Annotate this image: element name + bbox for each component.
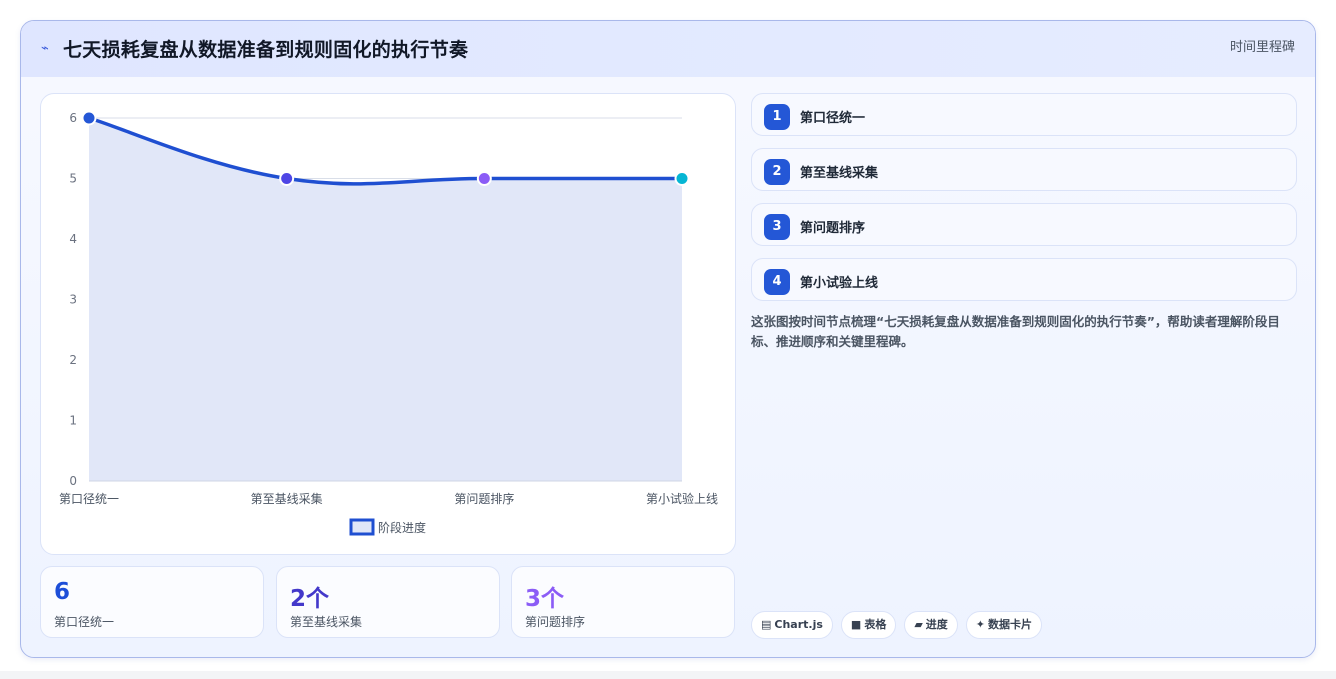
card-tag: 时间里程碑 bbox=[1229, 40, 1295, 55]
line-chart: 0 1 2 3 4 5 6 第口径统一 第至基线采集 第问题排序 第小试验上线阶段进度 bbox=[59, 110, 718, 536]
y-tick-label: 1 bbox=[69, 414, 77, 428]
stat-card-2: 2个 第至基线采集 bbox=[276, 566, 500, 638]
milestone-card: ⌁ 七天损耗复盘从数据准备到规则固化的执行节奏 时间里程碑 0 1 2 3 4 5 6 第口径… bbox=[20, 20, 1316, 658]
y-tick-label: 6 bbox=[69, 111, 77, 125]
y-tick-label: 4 bbox=[69, 232, 77, 246]
chip-data-card[interactable]: ✦ 数据卡片 bbox=[965, 611, 1043, 639]
x-tick-label: 第口径统一 bbox=[59, 492, 119, 506]
x-tick-label: 第至基线采集 bbox=[251, 491, 323, 506]
step-number-badge: 3 bbox=[764, 214, 790, 240]
chip-label: 进度 bbox=[925, 618, 948, 631]
milestone-steps: 1 第口径统一 2 第至基线采集 3 第问题排序 4 第小试验上线 bbox=[751, 93, 1297, 313]
data-point bbox=[476, 171, 492, 186]
stat-card-3: 3个 第问题排序 bbox=[511, 566, 735, 638]
chip-table[interactable]: ■ 表格 bbox=[840, 611, 897, 639]
card-icon: ✦ bbox=[975, 618, 986, 631]
step-number-badge: 2 bbox=[764, 159, 790, 185]
stat-label: 第问题排序 bbox=[525, 615, 586, 629]
chip-label: 表格 bbox=[864, 618, 887, 631]
step-number-badge: 4 bbox=[764, 269, 790, 295]
y-tick-label: 0 bbox=[69, 474, 77, 488]
chip-label: Chart.js bbox=[774, 618, 823, 631]
x-tick-label: 第小试验上线 bbox=[646, 491, 718, 506]
card-title: 七天损耗复盘从数据准备到规则固化的执行节奏 bbox=[63, 39, 469, 61]
step-number-badge: 1 bbox=[764, 104, 790, 130]
step-label: 第问题排序 bbox=[800, 221, 866, 236]
stat-value: 2个 bbox=[290, 586, 330, 612]
step-item-2: 2 第至基线采集 bbox=[751, 148, 1297, 191]
stat-value: 3个 bbox=[525, 586, 565, 612]
chart-description: 这张图按时间节点梳理“七天损耗复盘从数据准备到规则固化的执行节奏”，帮助读者理解… bbox=[751, 314, 1280, 349]
step-label: 第至基线采集 bbox=[800, 166, 879, 181]
card-header: ⌁ 七天损耗复盘从数据准备到规则固化的执行节奏 时间里程碑 bbox=[21, 21, 1315, 77]
stat-card-1: 6 第口径统一 bbox=[40, 566, 264, 638]
tech-chips: ▤ Chart.js ■ 表格 ▰ 进度 ✦ 数据卡片 bbox=[751, 611, 1050, 639]
y-tick-label: 2 bbox=[69, 353, 77, 367]
chip-label: 数据卡片 bbox=[988, 618, 1033, 631]
step-item-3: 3 第问题排序 bbox=[751, 203, 1297, 246]
stat-label: 第至基线采集 bbox=[290, 615, 363, 629]
x-tick-label: 第问题排序 bbox=[454, 491, 514, 506]
step-item-1: 1 第口径统一 bbox=[751, 93, 1297, 136]
trend-icon: ⌁ bbox=[41, 41, 49, 56]
line-chart-panel: 0 1 2 3 4 5 6 第口径统一 第至基线采集 第问题排序 第小试验上线阶段进度 bbox=[40, 93, 736, 555]
table-icon: ■ bbox=[850, 618, 862, 631]
legend-swatch bbox=[349, 518, 375, 536]
progress-icon: ▰ bbox=[914, 618, 923, 631]
data-point bbox=[279, 171, 295, 186]
chip-progress[interactable]: ▰ 进度 bbox=[904, 611, 958, 639]
stat-label: 第口径统一 bbox=[54, 615, 115, 629]
step-label: 第口径统一 bbox=[800, 111, 866, 126]
y-tick-label: 3 bbox=[69, 293, 77, 307]
step-item-4: 4 第小试验上线 bbox=[751, 258, 1297, 301]
y-tick-label: 5 bbox=[69, 172, 77, 186]
chart-icon: ▤ bbox=[761, 618, 772, 631]
chip-chartjs[interactable]: ▤ Chart.js bbox=[751, 611, 833, 639]
step-label: 第小试验上线 bbox=[800, 276, 879, 291]
page-bottom-shade bbox=[0, 671, 1336, 679]
series-area bbox=[89, 118, 682, 481]
data-point bbox=[81, 110, 97, 126]
legend-label: 阶段进度 bbox=[378, 520, 426, 535]
data-point bbox=[674, 171, 690, 186]
stat-value: 6 bbox=[54, 579, 71, 605]
